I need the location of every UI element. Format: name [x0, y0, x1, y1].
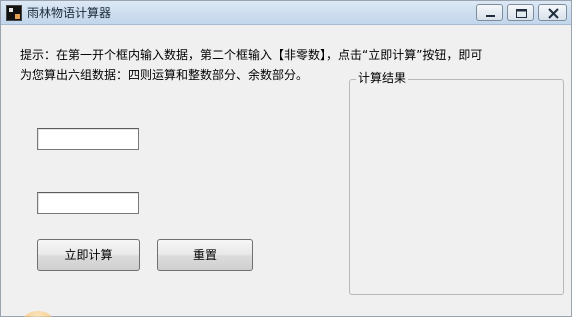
result-groupbox-title: 计算结果 — [356, 71, 409, 86]
maximize-icon — [516, 9, 527, 18]
app-icon-accent — [15, 14, 20, 19]
window-title: 雨林物语计算器 — [27, 6, 112, 20]
title-bar[interactable]: 雨林物语计算器 — [1, 1, 571, 25]
taskbar-orb-fragment — [23, 311, 53, 317]
reset-button[interactable]: 重置 — [157, 239, 253, 271]
maximize-button[interactable] — [507, 4, 534, 21]
close-button[interactable] — [538, 4, 567, 21]
calculator-window: 雨林物语计算器 提示：在第一开个框内输入数据，第二个框输入【非零数】，点击“立即… — [0, 0, 572, 317]
minimize-button[interactable] — [476, 4, 503, 21]
instruction-line-1: 提示：在第一开个框内输入数据，第二个框输入【非零数】，点击“立即计算”按钮，即可 — [20, 48, 483, 62]
calculate-button[interactable]: 立即计算 — [37, 239, 140, 271]
second-number-input[interactable] — [37, 192, 139, 214]
app-icon[interactable] — [6, 5, 22, 21]
minimize-icon — [486, 15, 495, 17]
close-icon — [548, 8, 559, 19]
app-icon-dot — [9, 8, 13, 12]
result-groupbox — [349, 79, 564, 295]
first-number-input[interactable] — [37, 128, 139, 150]
